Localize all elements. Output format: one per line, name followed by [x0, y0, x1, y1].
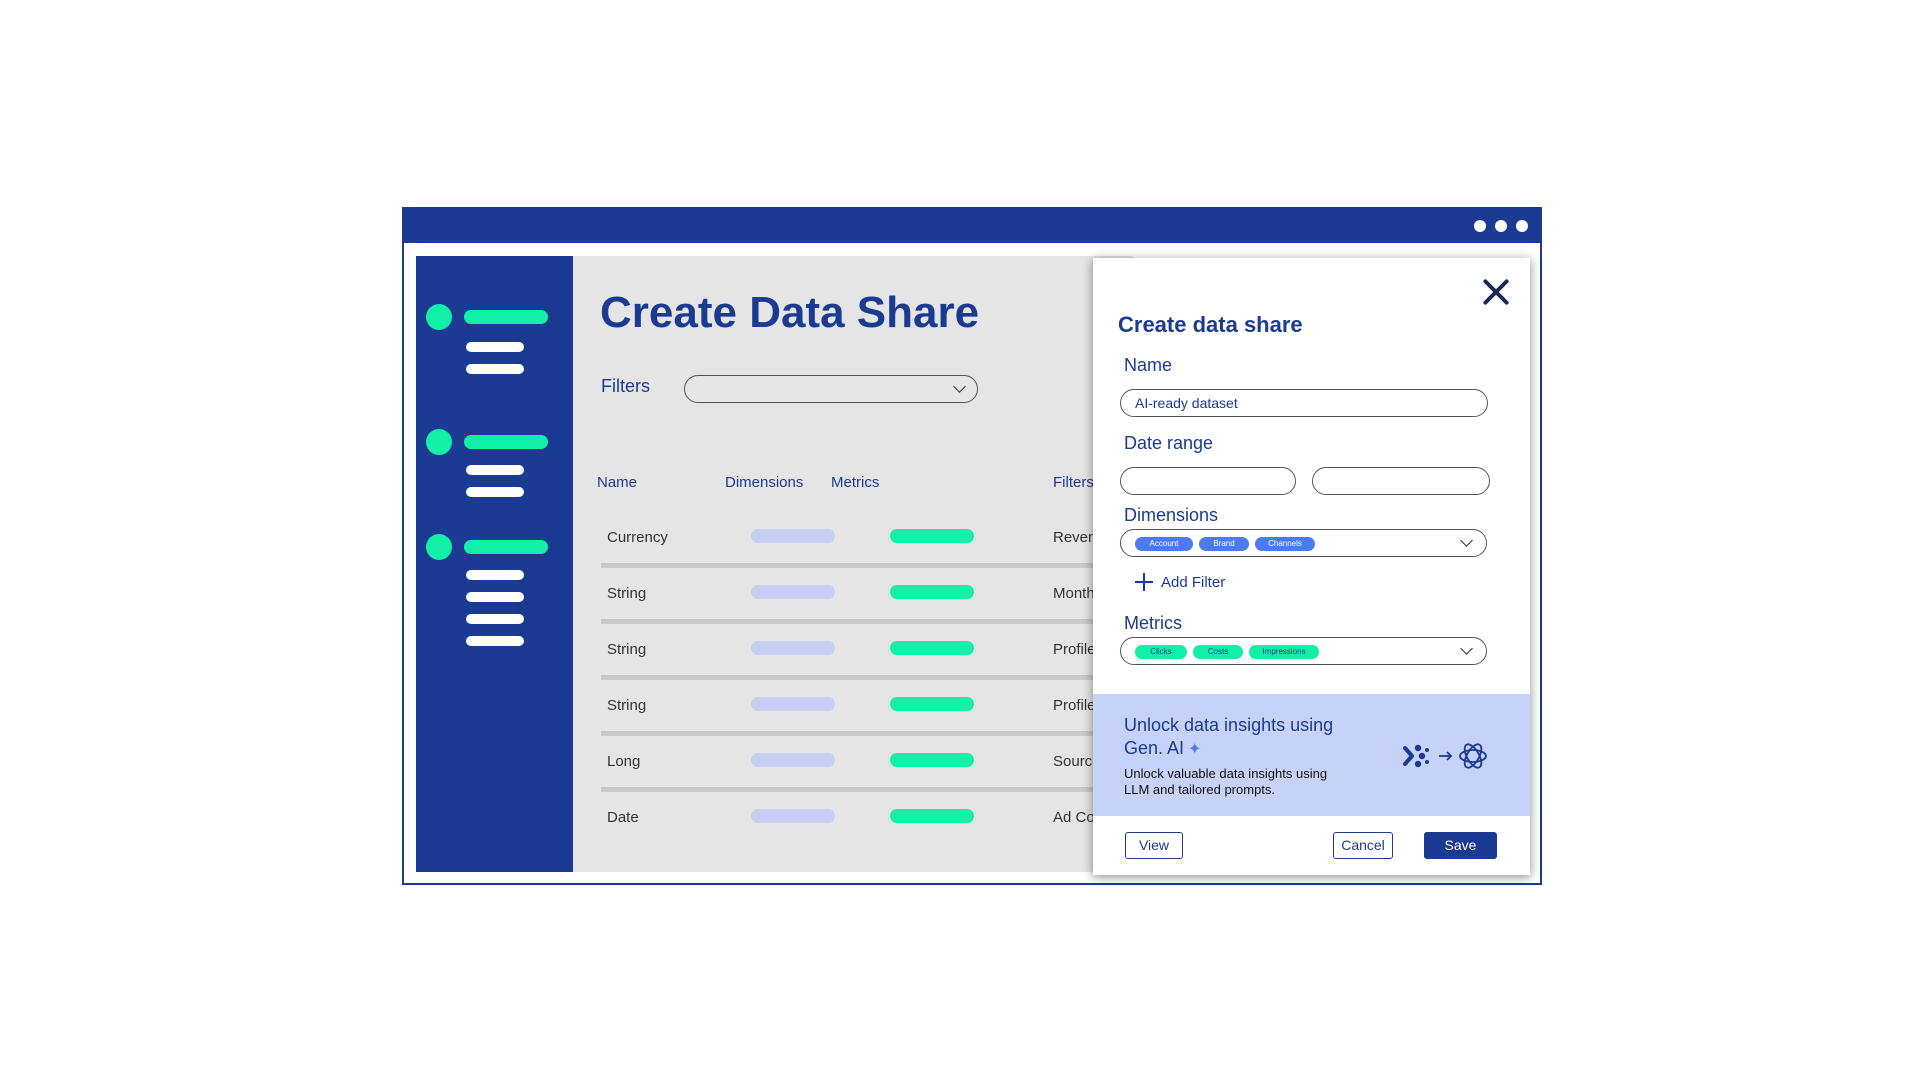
gen-ai-promo: Unlock data insights using Gen. AI ✦ Unlo…	[1093, 694, 1530, 816]
column-header-dimensions[interactable]: Dimensions	[725, 474, 803, 491]
sidebar-item[interactable]	[466, 570, 524, 580]
table-row[interactable]: String Profile	[573, 689, 1133, 745]
cell-name: Long	[607, 753, 641, 770]
cancel-button[interactable]: Cancel	[1333, 832, 1393, 859]
metric-placeholder	[890, 585, 974, 599]
integration-logos	[1403, 743, 1487, 769]
chevron-down-icon	[953, 380, 966, 393]
view-button[interactable]: View	[1125, 832, 1183, 859]
gen-ai-description: Unlock valuable data insights using LLM …	[1124, 766, 1328, 797]
row-divider	[601, 675, 1133, 680]
dot-icon	[1474, 220, 1486, 232]
cell-name: String	[607, 697, 647, 714]
window-titlebar	[404, 209, 1540, 243]
name-input-value: AI-ready dataset	[1135, 395, 1238, 411]
tag-costs[interactable]: Costs	[1193, 645, 1243, 659]
row-divider	[601, 731, 1133, 736]
nav-bullet-icon	[426, 534, 452, 560]
name-input[interactable]: AI-ready dataset	[1120, 389, 1488, 417]
window-menu-dots[interactable]	[1474, 220, 1528, 232]
tag-clicks[interactable]: Clicks	[1135, 645, 1187, 659]
cell-filter: Ad Co	[1053, 809, 1095, 826]
sidebar-item-main[interactable]	[464, 310, 548, 324]
filters-label: Filters	[601, 376, 650, 396]
name-label: Name	[1124, 355, 1173, 375]
table-row[interactable]: Date Ad Co	[573, 801, 1133, 857]
page-title: Create Data Share	[600, 288, 980, 337]
brand-logo-icon	[1403, 744, 1429, 768]
column-header-name[interactable]: Name	[597, 474, 637, 491]
sidebar	[416, 256, 573, 872]
gen-ai-title-text: Unlock data insights using Gen. AI	[1124, 715, 1334, 758]
openai-logo-icon	[1459, 743, 1487, 769]
close-icon[interactable]	[1480, 276, 1512, 308]
sidebar-item[interactable]	[466, 636, 524, 646]
sidebar-item-main[interactable]	[464, 435, 548, 449]
metrics-label: Metrics	[1124, 613, 1182, 633]
dot-icon	[1495, 220, 1507, 232]
cell-name: Date	[607, 809, 639, 826]
dimensions-label: Dimensions	[1124, 505, 1219, 525]
dimensions-select[interactable]: Account Brand Channels	[1120, 529, 1487, 557]
dimension-placeholder	[751, 753, 835, 767]
dot-icon	[1516, 220, 1528, 232]
cell-filter: Profile	[1053, 641, 1096, 658]
sidebar-item[interactable]	[466, 614, 524, 624]
date-start-input[interactable]	[1120, 467, 1296, 495]
chevron-down-icon	[1460, 534, 1473, 547]
metrics-select[interactable]: Clicks Costs Impressions	[1120, 637, 1487, 665]
row-divider	[601, 787, 1133, 792]
tag-account[interactable]: Account	[1135, 537, 1193, 551]
metric-placeholder	[890, 809, 974, 823]
arrow-right-icon	[1439, 751, 1453, 761]
table-row[interactable]: Long Source	[573, 745, 1133, 801]
cell-name: Currency	[607, 529, 668, 546]
sidebar-item[interactable]	[466, 592, 524, 602]
chevron-down-icon	[1460, 642, 1473, 655]
add-filter-label: Add Filter	[1161, 573, 1226, 591]
metric-placeholder	[890, 753, 974, 767]
filters-dropdown[interactable]	[684, 375, 978, 403]
cell-name: String	[607, 641, 647, 658]
row-divider	[601, 563, 1133, 568]
dimension-placeholder	[751, 697, 835, 711]
create-data-share-panel: Create data share Name AI-ready dataset …	[1093, 258, 1530, 875]
sidebar-item[interactable]	[466, 487, 524, 497]
metric-placeholder	[890, 697, 974, 711]
metric-placeholder	[890, 529, 974, 543]
nav-bullet-icon	[426, 304, 452, 330]
metric-placeholder	[890, 641, 974, 655]
gen-ai-title: Unlock data insights using Gen. AI ✦	[1124, 714, 1374, 761]
dimension-placeholder	[751, 529, 835, 543]
cell-name: String	[607, 585, 647, 602]
tag-impressions[interactable]: Impressions	[1249, 645, 1319, 659]
sidebar-item[interactable]	[466, 342, 524, 352]
table-row[interactable]: String Profile	[573, 633, 1133, 689]
row-divider	[601, 619, 1133, 624]
column-header-metrics[interactable]: Metrics	[831, 474, 879, 491]
column-header-filters[interactable]: Filters	[1053, 474, 1094, 491]
date-end-input[interactable]	[1312, 467, 1490, 495]
dimension-placeholder	[751, 585, 835, 599]
sidebar-item[interactable]	[466, 364, 524, 374]
panel-title: Create data share	[1118, 312, 1303, 337]
table-row[interactable]: Currency Reven	[573, 521, 1133, 577]
sidebar-item-main[interactable]	[464, 540, 548, 554]
cell-filter: Profile	[1053, 697, 1096, 714]
cell-filter: Reven	[1053, 529, 1097, 546]
cell-filter: Month	[1053, 585, 1095, 602]
tag-brand[interactable]: Brand	[1199, 537, 1249, 551]
table-row[interactable]: String Month	[573, 577, 1133, 633]
sidebar-item[interactable]	[466, 465, 524, 475]
main-content: Create Data Share Filters Name Dimension…	[573, 256, 1133, 872]
plus-icon	[1135, 573, 1153, 591]
nav-bullet-icon	[426, 429, 452, 455]
date-range-label: Date range	[1124, 433, 1214, 453]
tag-channels[interactable]: Channels	[1255, 537, 1315, 551]
dimension-placeholder	[751, 809, 835, 823]
sparkle-icon: ✦	[1188, 741, 1202, 758]
save-button[interactable]: Save	[1424, 832, 1497, 859]
add-filter-button[interactable]: Add Filter	[1135, 571, 1225, 593]
dimension-placeholder	[751, 641, 835, 655]
